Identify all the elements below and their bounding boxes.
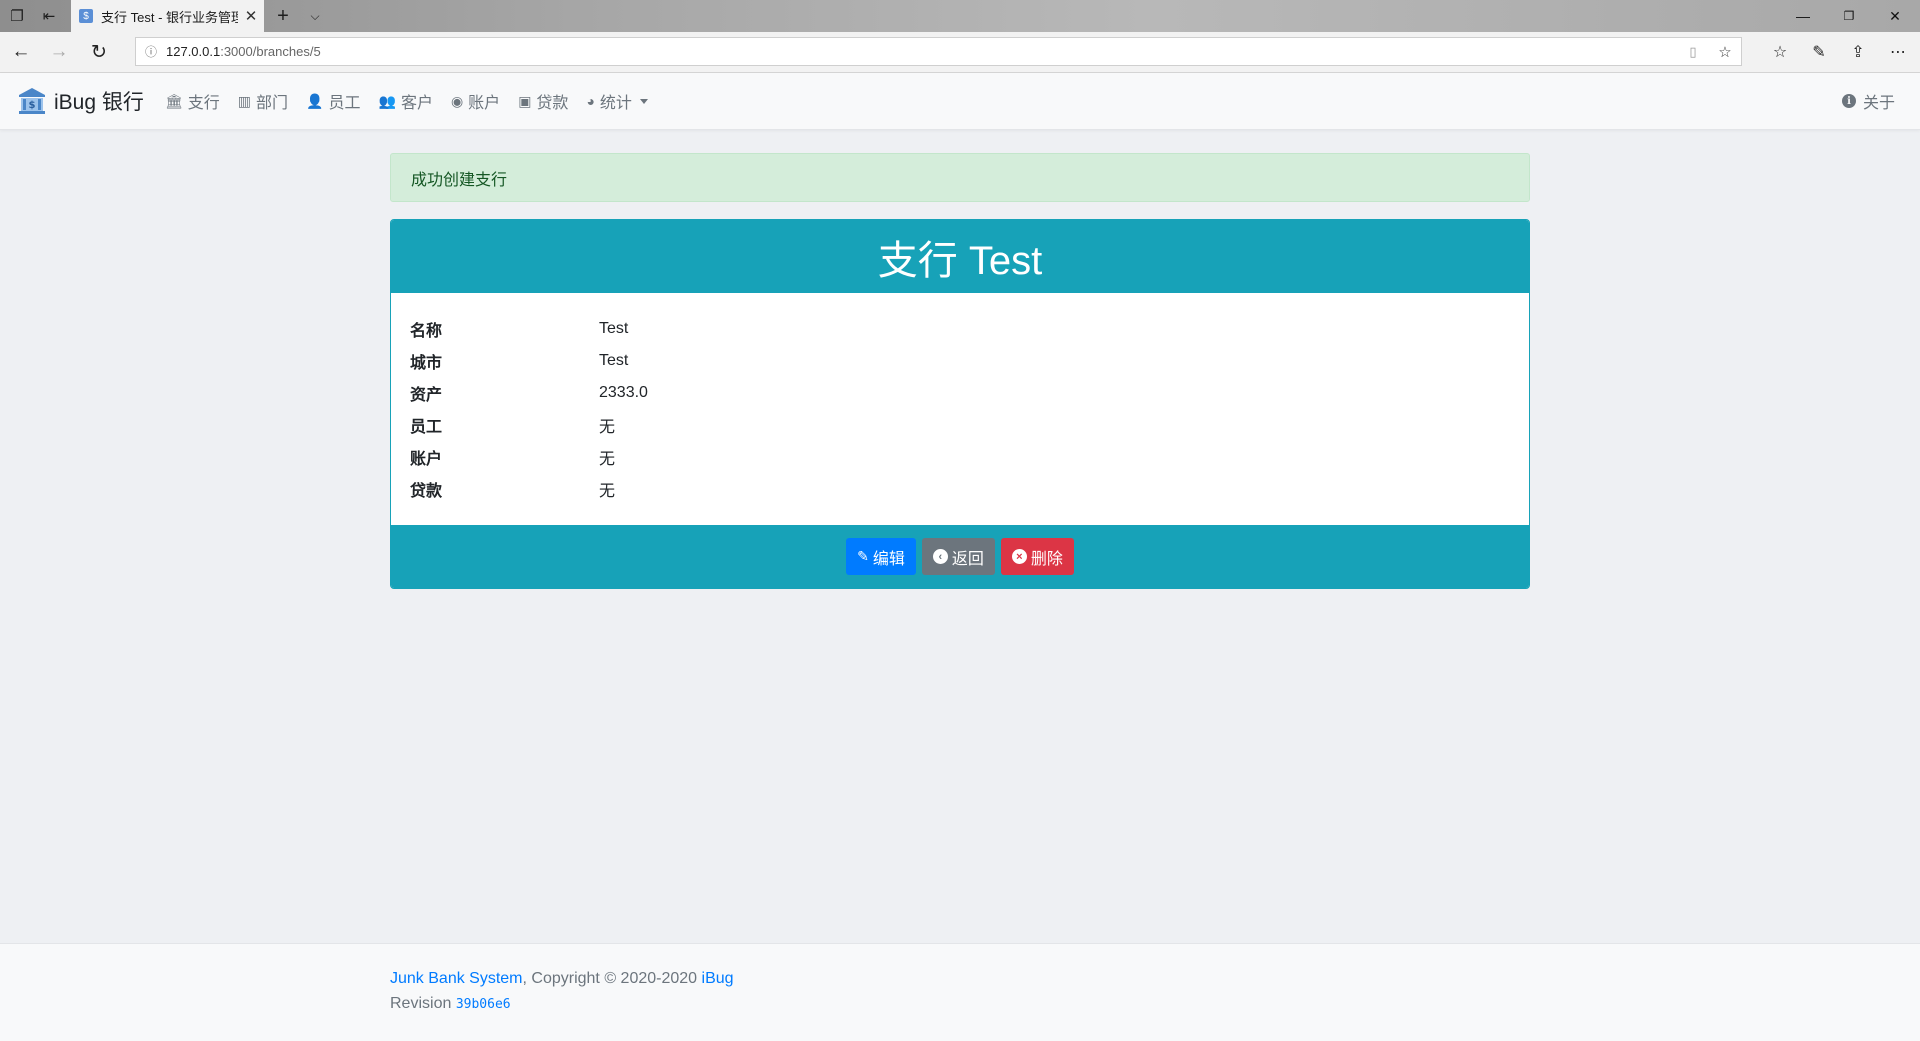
system-link[interactable]: Junk Bank System (390, 970, 523, 987)
window-close-icon[interactable]: ✕ (1872, 0, 1918, 32)
tab-manager-icon[interactable]: ❐ (0, 0, 34, 32)
menu-label: 客户 (400, 95, 433, 112)
bank-logo-icon: $ (19, 88, 45, 114)
building-icon: ▥ (237, 92, 252, 109)
browser-tab[interactable]: $ 支行 Test - 银行业务管理 ✕ (71, 0, 264, 32)
url-path: :3000/branches/5 (220, 44, 321, 59)
refresh-icon[interactable]: ↻ (80, 32, 118, 72)
back-arrow-icon[interactable]: ← (2, 32, 40, 72)
back-label: 返回 (951, 550, 984, 568)
menu-item-branches[interactable]: 🏛 支行 (165, 89, 220, 113)
menu-item-customers[interactable]: 👥 客户 (379, 89, 433, 113)
address-bar[interactable]: ⓘ 127.0.0.1:3000/branches/5 ▯ ☆ (135, 37, 1742, 66)
menu-label: 贷款 (536, 95, 569, 112)
detail-row: 资产 2333.0 (410, 377, 1510, 409)
field-label: 员工 (410, 419, 443, 436)
detail-row: 员工 无 (410, 409, 1510, 441)
reading-view-icon[interactable]: ▯ (1677, 44, 1709, 60)
field-value: 无 (599, 451, 616, 468)
field-label: 名称 (410, 323, 443, 340)
detail-row: 账户 无 (410, 441, 1510, 473)
times-circle-icon: × (1011, 549, 1027, 564)
user-circle-icon: ◉ (450, 92, 464, 109)
about-label: 关于 (1862, 95, 1895, 112)
brand-link[interactable]: $ iBug 银行 (18, 85, 144, 117)
revision-label: Revision (390, 995, 456, 1012)
share-icon[interactable]: ⇪ (1838, 32, 1878, 72)
success-alert: 成功创建支行 (390, 153, 1530, 202)
field-label: 城市 (410, 355, 443, 372)
caret-down-icon (639, 98, 648, 104)
svg-text:$: $ (29, 100, 36, 111)
detail-list: 名称 Test 城市 Test 资产 2333.0 员工 无 账户 无 贷款 无 (391, 293, 1529, 516)
bank-favicon-icon: $ (79, 9, 93, 23)
pie-chart-icon: ◕ (586, 93, 595, 109)
main-menu: 🏛 支行 ▥ 部门 👤 员工 👥 客户 ◉ 账户 ▣ 贷款 ◕ 统计 (165, 73, 666, 129)
set-aside-tabs-icon[interactable]: ⇤ (32, 0, 66, 32)
field-value: Test (599, 320, 629, 337)
url-host: 127.0.0.1 (166, 44, 221, 59)
tab-close-icon[interactable]: ✕ (238, 7, 264, 25)
favorite-star-icon[interactable]: ☆ (1709, 43, 1741, 61)
menu-label: 账户 (468, 95, 501, 112)
field-label: 贷款 (410, 483, 443, 500)
menu-item-employees[interactable]: 👤 员工 (306, 89, 360, 113)
favorites-list-icon[interactable]: ☆ (1760, 32, 1800, 72)
detail-row: 城市 Test (410, 345, 1510, 377)
author-link[interactable]: iBug (702, 970, 734, 987)
restore-icon[interactable]: ❐ (1826, 0, 1872, 32)
about-link[interactable]: i 关于 (1841, 73, 1895, 129)
pen-notes-icon[interactable]: ✎ (1799, 32, 1839, 72)
field-value: Test (599, 352, 629, 369)
field-value: 无 (599, 483, 616, 500)
money-bill-icon: ▣ (518, 92, 532, 109)
edit-button[interactable]: ✎ 编辑 (846, 538, 916, 575)
new-tab-icon[interactable]: + (266, 0, 300, 32)
edit-icon: ✎ (857, 548, 869, 564)
branch-detail-card: 支行 Test 名称 Test 城市 Test 资产 2333.0 员工 无 账… (390, 219, 1530, 589)
url-text[interactable]: 127.0.0.1:3000/branches/5 (166, 44, 1677, 59)
more-menu-icon[interactable]: ⋯ (1878, 32, 1918, 72)
user-icon: 👤 (306, 92, 324, 109)
brand-text: iBug 银行 (54, 91, 144, 114)
field-label: 资产 (410, 387, 443, 404)
delete-button[interactable]: × 删除 (1000, 538, 1074, 575)
menu-label: 统计 (599, 95, 632, 112)
field-value: 无 (599, 419, 616, 436)
delete-label: 删除 (1030, 550, 1063, 568)
menu-item-departments[interactable]: ▥ 部门 (238, 89, 288, 113)
detail-row: 贷款 无 (410, 473, 1510, 505)
copyright-line: Junk Bank System, Copyright © 2020-2020 … (390, 970, 734, 988)
menu-label: 员工 (328, 95, 361, 112)
edit-label: 编辑 (872, 550, 905, 568)
back-button[interactable]: ‹ 返回 (921, 538, 995, 575)
minimize-icon[interactable]: — (1780, 0, 1826, 32)
tab-list-chevron-icon[interactable]: ⌵ (298, 0, 332, 32)
card-actions: ✎ 编辑 ‹ 返回 × 删除 (391, 525, 1529, 588)
forward-arrow-icon[interactable]: → (40, 32, 78, 72)
browser-tab-bar: ❐ ⇤ $ 支行 Test - 银行业务管理 ✕ + ⌵ — ❐ ✕ (0, 0, 1920, 32)
tab-title: 支行 Test - 银行业务管理 (101, 9, 238, 25)
field-label: 账户 (410, 451, 443, 468)
menu-label: 部门 (256, 95, 289, 112)
address-toolbar: ← → ↻ ⓘ 127.0.0.1:3000/branches/5 ▯ ☆ ☆ … (0, 32, 1920, 73)
card-title: 支行 Test (391, 220, 1529, 293)
copyright-text: , Copyright © 2020-2020 (522, 970, 702, 987)
field-value: 2333.0 (599, 384, 648, 401)
menu-item-statistics-dropdown[interactable]: ◕ 统计 (586, 89, 648, 113)
bank-icon: 🏛 (165, 92, 183, 109)
info-circle-icon: i (1841, 94, 1856, 108)
detail-row: 名称 Test (410, 313, 1510, 345)
chevron-left-circle-icon: ‹ (932, 549, 948, 564)
menu-item-accounts[interactable]: ◉ 账户 (451, 89, 500, 113)
page-footer: Junk Bank System, Copyright © 2020-2020 … (0, 943, 1920, 1041)
users-icon: 👥 (378, 92, 396, 109)
app-navbar: $ iBug 银行 🏛 支行 ▥ 部门 👤 员工 👥 客户 ◉ 账户 ▣ 贷款 (0, 73, 1920, 130)
revision-line: Revision 39b06e6 (390, 995, 511, 1013)
site-info-icon[interactable]: ⓘ (136, 43, 166, 60)
menu-label: 支行 (187, 95, 220, 112)
revision-hash[interactable]: 39b06e6 (456, 997, 511, 1012)
menu-item-loans[interactable]: ▣ 贷款 (518, 89, 568, 113)
